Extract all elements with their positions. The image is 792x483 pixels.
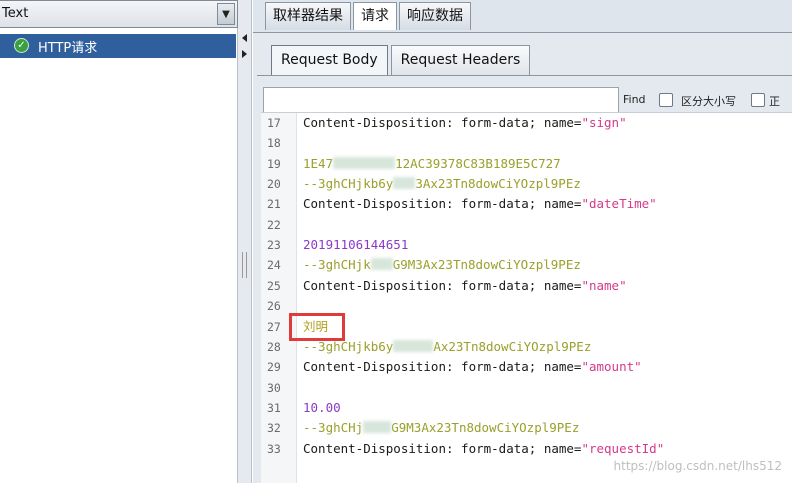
hash-end: 12AC39378C83B189E5C727 [395, 156, 561, 171]
request-subtabs: Request Body Request Headers [271, 45, 533, 75]
code-value: "dateTime" [581, 196, 657, 211]
code-line: 33 Content-Disposition: form-data; name=… [261, 439, 792, 459]
code-line: 19 1E47 12AC39378C83B189E5C727 [261, 154, 792, 174]
line-number: 26 [267, 299, 281, 313]
boundary-start: --3ghCHj [303, 420, 364, 435]
code-line: 23 20191106144651 [261, 235, 792, 255]
splitter-grip[interactable] [242, 252, 247, 278]
code-key: Content-Disposition: form-data; name= [303, 115, 582, 130]
line-number: 33 [267, 442, 281, 456]
line-number: 24 [267, 258, 281, 272]
code-line: 29 Content-Disposition: form-data; name=… [261, 357, 792, 377]
boundary-end: 3Ax23Tn8dowCiYOzpl9PEz [415, 176, 581, 191]
code-line: 32 --3ghCHj G9M3Ax23Tn8dowCiYOzpl9PEz [261, 418, 792, 438]
find-label: Find [623, 93, 646, 106]
redacted-block [370, 258, 393, 270]
boundary-end: G9M3Ax23Tn8dowCiYOzpl9PEz [391, 420, 580, 435]
code-line: 24 --3ghCHjk G9M3Ax23Tn8dowCiYOzpl9PEz [261, 255, 792, 275]
redacted-block [333, 157, 396, 169]
tab-sampler-result[interactable]: 取样器结果 [265, 2, 351, 30]
code-value: "name" [581, 278, 627, 293]
watermark: https://blog.csdn.net/lhs512 [613, 459, 782, 473]
right-pane: 取样器结果 请求 响应数据 Request Body Request Heade… [253, 0, 792, 483]
left-pane: Text ▼ ✓ HTTP请求 [0, 0, 238, 483]
code-line: 31 10.00 [261, 398, 792, 418]
boundary-end: G9M3Ax23Tn8dowCiYOzpl9PEz [392, 257, 581, 272]
code-line: 25 Content-Disposition: form-data; name=… [261, 276, 792, 296]
line-number: 17 [267, 116, 281, 130]
code-value: "requestId" [581, 441, 665, 456]
request-body-panel: Find 区分大小写 正 17 Content-Disposition: for… [257, 75, 792, 483]
line-number: 22 [267, 218, 281, 232]
code-line: 21 Content-Disposition: form-data; name=… [261, 194, 792, 214]
http-sampler-icon: ✓ [14, 38, 29, 53]
code-key: Content-Disposition: form-data; name= [303, 196, 582, 211]
redacted-block [363, 421, 392, 433]
line-number: 19 [267, 157, 281, 171]
regex-checkbox[interactable] [751, 93, 765, 107]
line-number: 18 [267, 136, 281, 150]
tree-item-http-request[interactable]: ✓ HTTP请求 [0, 34, 236, 58]
request-body-editor[interactable]: 17 Content-Disposition: form-data; name=… [261, 112, 792, 483]
line-number: 25 [267, 279, 281, 293]
code-key: Content-Disposition: form-data; name= [303, 278, 582, 293]
dropdown-arrow-icon[interactable]: ▼ [217, 3, 235, 25]
tree-item-label: HTTP请求 [38, 41, 98, 56]
renderer-select-value: Text [2, 6, 29, 21]
collapse-left-icon[interactable] [242, 34, 247, 42]
code-value: "amount" [581, 359, 642, 374]
code-line: 17 Content-Disposition: form-data; name=… [261, 113, 792, 133]
renderer-select[interactable]: Text ▼ [0, 0, 238, 28]
line-number: 28 [267, 340, 281, 354]
line-number: 23 [267, 238, 281, 252]
request-panel: Request Body Request Headers Find 区分大小写 … [253, 32, 792, 483]
code-line: 30 [261, 378, 792, 398]
pane-splitter[interactable] [238, 0, 252, 483]
line-number: 29 [267, 360, 281, 374]
case-sensitive-checkbox[interactable] [659, 93, 673, 107]
tab-request[interactable]: 请求 [353, 2, 397, 30]
code-key: Content-Disposition: form-data; name= [303, 441, 582, 456]
line-number: 32 [267, 421, 281, 435]
code-key: Content-Disposition: form-data; name= [303, 359, 582, 374]
result-tabs: 取样器结果 请求 响应数据 [265, 2, 473, 32]
tab-request-headers[interactable]: Request Headers [390, 45, 531, 75]
code-line: 22 [261, 215, 792, 235]
case-sensitive-label: 区分大小写 [681, 95, 736, 108]
search-input[interactable] [263, 87, 619, 113]
line-number: 31 [267, 401, 281, 415]
code-line: 18 [261, 133, 792, 153]
boundary-start: --3ghCHjkb6y [303, 176, 394, 191]
line-number: 27 [267, 320, 281, 334]
code-number: 10.00 [303, 400, 341, 415]
red-highlight-box [289, 313, 345, 341]
boundary-start: --3ghCHjkb6y [303, 339, 394, 354]
line-number: 30 [267, 381, 281, 395]
regex-label: 正 [769, 95, 780, 108]
tab-response-data[interactable]: 响应数据 [399, 2, 471, 30]
code-line: 20 --3ghCHjkb6y 3Ax23Tn8dowCiYOzpl9PEz [261, 174, 792, 194]
redacted-block [393, 177, 416, 189]
code-number: 20191106144651 [303, 237, 409, 252]
line-number: 21 [267, 197, 281, 211]
tab-request-body[interactable]: Request Body [271, 45, 388, 75]
boundary-start: --3ghCHjk [303, 257, 371, 272]
code-value: "sign" [581, 115, 627, 130]
collapse-right-icon[interactable] [242, 50, 247, 58]
boundary-end: Ax23Tn8dowCiYOzpl9PEz [433, 339, 592, 354]
line-number: 20 [267, 177, 281, 191]
redacted-block [393, 340, 434, 352]
hash-start: 1E47 [303, 156, 334, 171]
